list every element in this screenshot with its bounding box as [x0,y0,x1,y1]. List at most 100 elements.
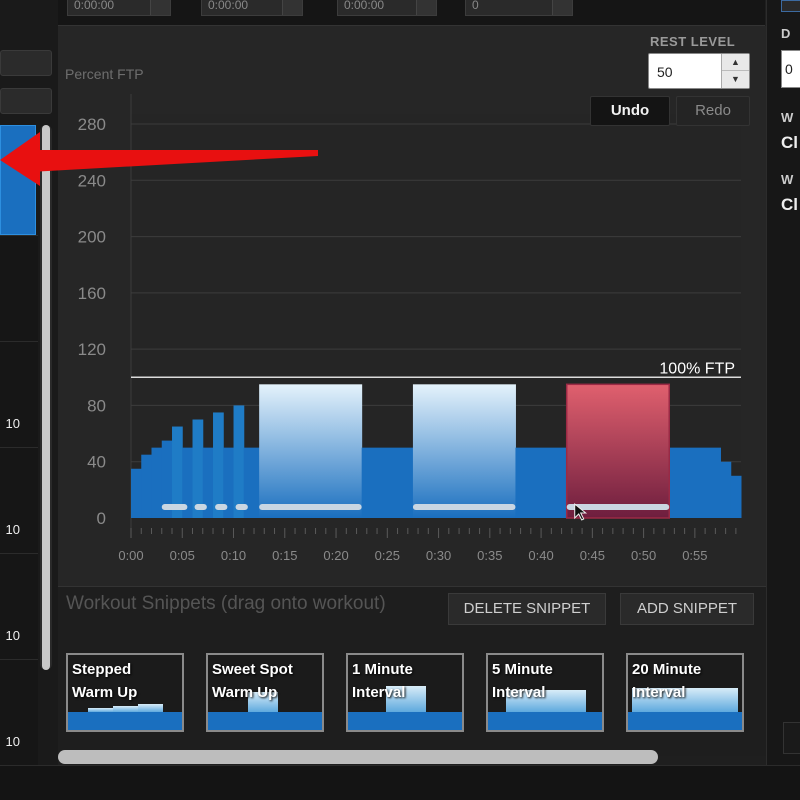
list-item-value: 10 [5,416,20,431]
right-bottom-button[interactable] [783,722,800,754]
x-tick-label: 0:20 [323,548,348,563]
snippet-label: 20 Minute Interval [632,658,701,704]
workout-segment-rest [720,461,732,518]
top-value-field[interactable]: 0 [465,0,573,16]
top-toolbar: 0:00:00 0:00:00 0:00:00 0 [55,0,765,26]
increment-icon[interactable]: ▲ [722,54,749,71]
workout-segment-interval [192,419,204,518]
x-tick-label: 0:30 [426,548,451,563]
top-time-field-1-spinner[interactable] [150,0,170,15]
x-tick-label: 0:00 [118,548,143,563]
rest-level-label: REST LEVEL [650,34,736,49]
cadence-mark [161,504,188,510]
right-input-value: 0 [785,61,793,77]
snippet-label-line2: Warm Up [72,684,138,701]
snippet-preview-base [68,712,182,730]
x-tick-label: 0:15 [272,548,297,563]
snippet-20-minute-interval[interactable]: 20 Minute Interval [626,653,744,732]
y-tick-label: 200 [78,228,106,247]
snippet-label-line2: Interval [492,684,546,701]
list-item[interactable]: 10 [0,553,38,659]
cadence-mark [194,504,207,510]
workout-segment-selected [566,384,670,518]
snippet-label: Sweet Spot Warm Up [212,658,293,704]
top-time-field-3-spinner[interactable] [416,0,436,15]
workout-segment-rest [141,454,153,518]
left-scrollbar[interactable] [40,125,52,670]
snippet-1-minute-interval[interactable]: 1 Minute Interval [346,653,464,732]
right-label-w2: W [781,172,794,187]
snippet-preview-base [348,712,462,730]
right-value-c2: Cl [781,195,798,214]
decrement-icon[interactable]: ▼ [722,71,749,88]
top-time-field-1[interactable]: 0:00:00 [67,0,171,16]
left-toolbar-button-2[interactable] [0,88,52,114]
x-tick-label: 0:25 [375,548,400,563]
right-panel: D 0 W Cl W Cl [766,0,800,800]
left-panel: 10 10 10 10 [0,0,58,800]
y-tick-label: 0 [97,509,106,528]
right-label-top: D [781,26,791,41]
workout-segment-interval [233,405,245,518]
y-tick-label: 160 [78,284,106,303]
x-tick-label: 0:55 [682,548,707,563]
workout-segment-rest [131,468,142,518]
left-scrollbar-thumb[interactable] [42,125,50,670]
x-tick-label: 0:40 [528,548,553,563]
undo-button[interactable]: Undo [590,96,670,126]
add-snippet-button[interactable]: ADD SNIPPET [620,593,754,625]
snippet-preview-base [628,712,742,730]
snippet-label-line1: 1 Minute [352,661,413,678]
top-value-field-value: 0 [472,0,479,12]
workout-editor: 0 40 80 120 160 200 240 280 100% FTP 0:00 0:05 0:10… [58,26,766,586]
delete-snippet-button[interactable]: DELETE SNIPPET [448,593,606,625]
top-time-field-2[interactable]: 0:00:00 [201,0,303,16]
list-item[interactable]: 10 [0,659,38,765]
x-tick-label: 0:35 [477,548,502,563]
snippet-label-line2: Warm Up [212,684,278,701]
snippets-scrollbar[interactable] [58,750,658,764]
list-item-value: 10 [5,734,20,749]
snippet-label: 5 Minute Interval [492,658,553,704]
snippet-label-line1: 5 Minute [492,661,553,678]
x-tick-label: 0:50 [631,548,656,563]
snippet-5-minute-interval[interactable]: 5 Minute Interval [486,653,604,732]
snippet-preview-base [488,712,602,730]
left-toolbar-button-1[interactable] [0,50,52,76]
arrow-shaft [30,150,318,172]
rest-level-spinner[interactable]: ▲ ▼ [721,54,749,88]
ftp-reference-label: 100% FTP [659,360,735,377]
list-item[interactable]: 10 [0,341,38,447]
y-axis-label: Percent FTP [65,66,144,82]
cadence-mark [235,504,248,510]
x-tick-label: 0:10 [221,548,246,563]
list-item[interactable] [0,235,38,341]
rest-level-stepper[interactable]: 50 ▲ ▼ [648,53,750,89]
cadence-mark [259,504,362,510]
bottom-status-bar [0,765,800,800]
snippet-label: 1 Minute Interval [352,658,413,704]
top-value-field-spinner[interactable] [552,0,572,15]
top-time-field-1-value: 0:00:00 [74,0,115,12]
top-time-field-2-spinner[interactable] [282,0,302,15]
workout-segment-rest [515,447,568,518]
snippet-preview-base [208,712,322,730]
snippet-stepped-warm-up[interactable]: Stepped Warm Up [66,653,184,732]
redo-button[interactable]: Redo [676,96,750,126]
workout-segment-rest [669,447,721,518]
snippets-title: Workout Snippets (drag onto workout) [66,593,386,614]
snippets-panel: Workout Snippets (drag onto workout) DEL… [58,586,766,756]
x-tick-label: 0:05 [170,548,195,563]
list-item[interactable]: 10 [0,447,38,553]
cadence-mark [215,504,228,510]
right-input-field[interactable]: 0 [781,50,800,88]
arrow-head [0,132,40,186]
list-item-value: 10 [5,522,20,537]
right-top-button[interactable] [781,0,800,12]
y-tick-label: 120 [78,340,106,359]
snippet-label-line2: Interval [632,684,686,701]
top-time-field-3[interactable]: 0:00:00 [337,0,437,16]
snippet-sweet-spot-warm-up[interactable]: Sweet Spot Warm Up [206,653,324,732]
top-time-field-2-value: 0:00:00 [208,0,249,12]
y-tick-label: 40 [87,453,106,472]
